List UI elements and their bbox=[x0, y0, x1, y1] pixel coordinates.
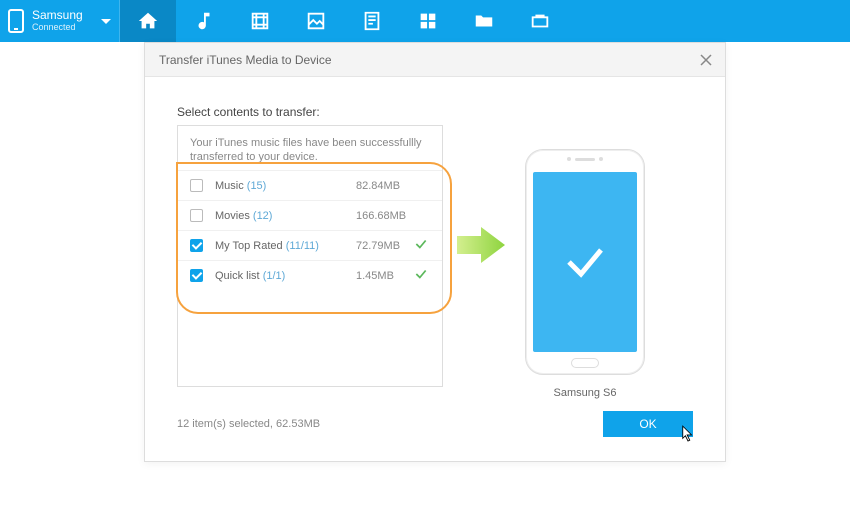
toolbox-icon bbox=[529, 10, 551, 32]
cursor-icon bbox=[681, 425, 695, 443]
tab-music[interactable] bbox=[176, 0, 232, 42]
check-icon bbox=[414, 237, 428, 251]
tab-toolkit[interactable] bbox=[512, 0, 568, 42]
target-device-label: Samsung S6 bbox=[554, 387, 617, 399]
folder-icon bbox=[473, 10, 495, 32]
transfer-status-message: Your iTunes music files have been succes… bbox=[178, 136, 442, 164]
checkbox[interactable] bbox=[190, 209, 203, 222]
top-toolbar: Samsung Connected bbox=[0, 0, 850, 42]
apps-icon bbox=[417, 10, 439, 32]
check-icon bbox=[414, 267, 428, 281]
content-row[interactable]: Music (15)82.84MB bbox=[178, 170, 442, 200]
target-device-graphic: Samsung S6 bbox=[515, 149, 655, 399]
content-list-pane: Your iTunes music files have been succes… bbox=[177, 125, 443, 387]
main-canvas: Transfer iTunes Media to Device Select c… bbox=[0, 42, 850, 518]
device-name: Samsung bbox=[32, 9, 83, 21]
tab-photos[interactable] bbox=[288, 0, 344, 42]
row-size: 72.79MB bbox=[356, 240, 412, 252]
tab-video[interactable] bbox=[232, 0, 288, 42]
content-row[interactable]: Quick list (1/1)1.45MB bbox=[178, 260, 442, 290]
dialog-title-text: Transfer iTunes Media to Device bbox=[159, 53, 332, 67]
row-name: Music (15) bbox=[215, 180, 356, 192]
checkbox[interactable] bbox=[190, 179, 203, 192]
ok-button-label: OK bbox=[639, 417, 656, 431]
checkbox[interactable] bbox=[190, 269, 203, 282]
content-row[interactable]: My Top Rated (11/11)72.79MB bbox=[178, 230, 442, 260]
row-count: (12) bbox=[253, 210, 273, 222]
tab-files[interactable] bbox=[456, 0, 512, 42]
device-selector[interactable]: Samsung Connected bbox=[0, 0, 120, 42]
row-count: (11/11) bbox=[286, 240, 319, 252]
select-contents-label: Select contents to transfer: bbox=[177, 105, 693, 119]
row-name: Movies (12) bbox=[215, 210, 356, 222]
close-icon bbox=[700, 54, 712, 66]
tab-apps[interactable] bbox=[400, 0, 456, 42]
ok-button[interactable]: OK bbox=[603, 411, 693, 437]
contacts-icon bbox=[361, 10, 383, 32]
close-button[interactable] bbox=[697, 51, 715, 69]
row-size: 82.84MB bbox=[356, 180, 412, 192]
row-count: (15) bbox=[247, 180, 267, 192]
phone-icon bbox=[8, 9, 24, 33]
row-count: (1/1) bbox=[263, 270, 286, 282]
row-size: 1.45MB bbox=[356, 270, 412, 282]
row-size: 166.68MB bbox=[356, 210, 412, 222]
tab-home[interactable] bbox=[120, 0, 176, 42]
content-row[interactable]: Movies (12)166.68MB bbox=[178, 200, 442, 230]
music-icon bbox=[193, 10, 215, 32]
device-status: Connected bbox=[32, 21, 83, 33]
checkbox[interactable] bbox=[190, 239, 203, 252]
row-done-mark bbox=[412, 237, 430, 254]
transfer-dialog: Transfer iTunes Media to Device Select c… bbox=[144, 42, 726, 462]
image-icon bbox=[305, 10, 327, 32]
row-name: My Top Rated (11/11) bbox=[215, 240, 356, 252]
row-name: Quick list (1/1) bbox=[215, 270, 356, 282]
tab-contacts[interactable] bbox=[344, 0, 400, 42]
selection-summary: 12 item(s) selected, 62.53MB bbox=[177, 418, 320, 430]
check-icon bbox=[561, 238, 609, 286]
film-icon bbox=[249, 10, 271, 32]
chevron-down-icon bbox=[101, 19, 111, 24]
transfer-arrow-icon bbox=[457, 225, 507, 265]
dialog-titlebar: Transfer iTunes Media to Device bbox=[145, 43, 725, 77]
home-icon bbox=[137, 10, 159, 32]
row-done-mark bbox=[412, 267, 430, 284]
